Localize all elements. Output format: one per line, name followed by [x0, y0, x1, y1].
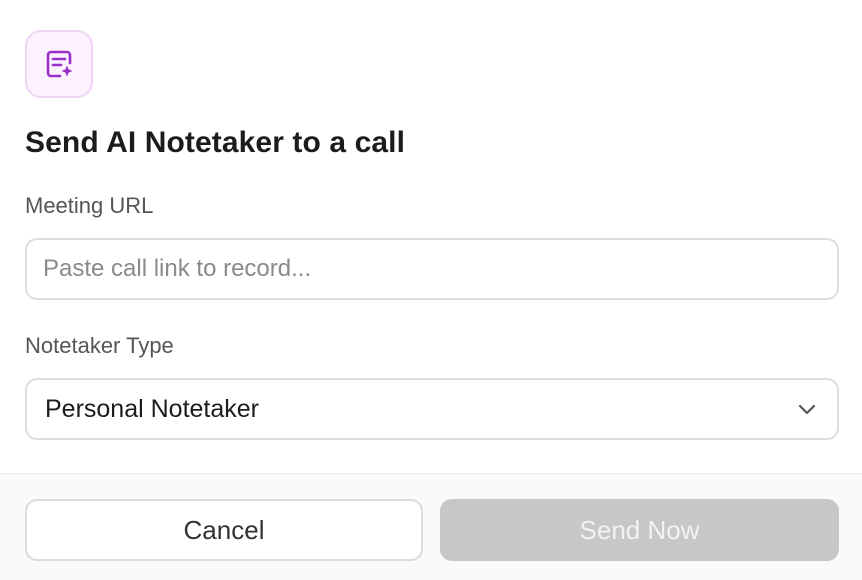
cancel-button[interactable]: Cancel	[25, 499, 423, 561]
send-now-button[interactable]: Send Now	[440, 499, 839, 561]
dialog-footer: Cancel Send Now	[0, 474, 862, 580]
notetaker-type-select[interactable]: Personal Notetaker	[25, 378, 839, 440]
note-sparkle-icon	[42, 47, 76, 81]
notetaker-type-label: Notetaker Type	[25, 333, 174, 358]
notetaker-icon-tile	[25, 30, 93, 98]
notetaker-type-value: Personal Notetaker	[45, 394, 260, 423]
send-notetaker-dialog: Send AI Notetaker to a call Meeting URL …	[0, 0, 862, 580]
meeting-url-label: Meeting URL	[25, 193, 154, 218]
dialog-body: Send AI Notetaker to a call Meeting URL …	[0, 0, 862, 474]
meeting-url-input[interactable]	[25, 238, 839, 300]
chevron-down-icon	[795, 397, 819, 421]
dialog-title: Send AI Notetaker to a call	[25, 126, 406, 159]
